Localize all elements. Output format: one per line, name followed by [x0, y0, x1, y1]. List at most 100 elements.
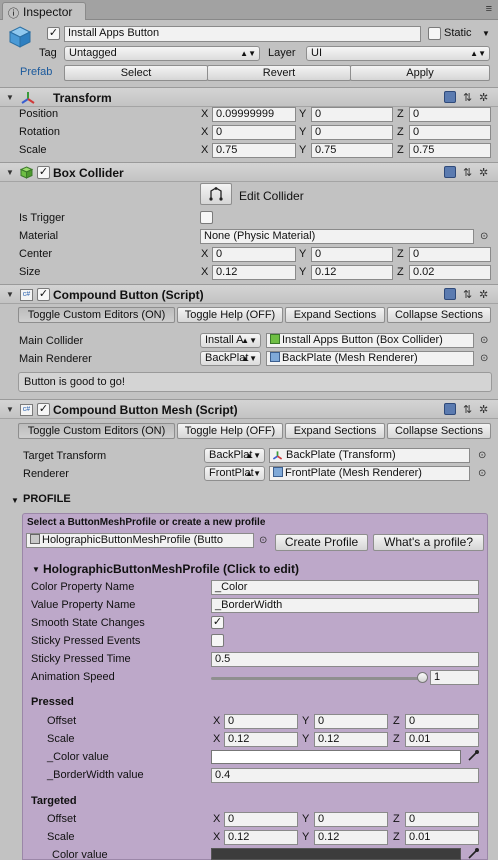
targeted-color-swatch[interactable]: [211, 848, 461, 860]
prefab-select-button[interactable]: Select: [64, 65, 208, 81]
pressed-scale-x-field[interactable]: 0.12: [224, 732, 298, 747]
expand-sections-button[interactable]: Expand Sections: [285, 423, 385, 439]
compound-button-enabled-checkbox[interactable]: ✓: [37, 288, 50, 301]
main-collider-dropdown[interactable]: Install A ▲▼: [200, 333, 261, 348]
object-picker-icon[interactable]: ⊙: [478, 468, 486, 479]
scale-y-field[interactable]: 0.75: [311, 143, 393, 158]
value-property-field[interactable]: _BorderWidth: [211, 598, 479, 613]
object-picker-icon[interactable]: ⊙: [478, 450, 486, 461]
renderer-field[interactable]: FrontPlate (Mesh Renderer): [269, 466, 470, 481]
preset-icon[interactable]: ⇅: [463, 288, 472, 301]
holo-foldout-icon[interactable]: ▼: [32, 565, 40, 574]
pressed-offset-y-field[interactable]: 0: [314, 714, 388, 729]
static-dropdown-icon[interactable]: ▼: [482, 29, 490, 38]
object-picker-icon[interactable]: ⊙: [480, 353, 488, 364]
object-picker-icon[interactable]: ⊙: [480, 335, 488, 346]
foldout-arrow-icon[interactable]: ▼: [6, 168, 14, 177]
pressed-offset-x-field[interactable]: 0: [224, 714, 298, 729]
static-checkbox[interactable]: [428, 27, 441, 40]
animation-speed-field[interactable]: 1: [430, 670, 479, 685]
position-z-field[interactable]: 0: [409, 107, 491, 122]
foldout-arrow-icon[interactable]: ▼: [6, 405, 14, 414]
position-y-field[interactable]: 0: [311, 107, 393, 122]
create-profile-button[interactable]: Create Profile: [275, 534, 368, 551]
eyedropper-icon[interactable]: [467, 847, 480, 860]
toggle-custom-editors-button[interactable]: Toggle Custom Editors (ON): [18, 307, 175, 323]
collapse-sections-button[interactable]: Collapse Sections: [387, 307, 491, 323]
eyedropper-icon[interactable]: [467, 749, 480, 762]
compound-button-mesh-enabled-checkbox[interactable]: ✓: [37, 403, 50, 416]
targeted-offset-z-field[interactable]: 0: [405, 812, 479, 827]
pressed-offset-z-field[interactable]: 0: [405, 714, 479, 729]
expand-sections-button[interactable]: Expand Sections: [285, 307, 385, 323]
transform-header[interactable]: ▼ Transform ⇅ ✲: [0, 87, 498, 107]
object-picker-icon[interactable]: ⊙: [480, 231, 488, 242]
whats-a-profile-button[interactable]: What's a profile?: [373, 534, 484, 551]
active-checkbox[interactable]: ✓: [47, 27, 60, 40]
pressed-scale-y-field[interactable]: 0.12: [314, 732, 388, 747]
object-picker-icon[interactable]: ⊙: [259, 535, 267, 546]
profile-object-field[interactable]: HolographicButtonMeshProfile (Butto: [26, 533, 254, 548]
targeted-scale-x-field[interactable]: 0.12: [224, 830, 298, 845]
size-z-field[interactable]: 0.02: [409, 265, 491, 280]
center-x-field[interactable]: 0: [212, 247, 296, 262]
center-y-field[interactable]: 0: [311, 247, 393, 262]
targeted-scale-z-field[interactable]: 0.01: [405, 830, 479, 845]
smooth-state-checkbox[interactable]: ✓: [211, 616, 224, 629]
size-x-field[interactable]: 0.12: [212, 265, 296, 280]
collapse-sections-button[interactable]: Collapse Sections: [387, 423, 491, 439]
sticky-events-checkbox[interactable]: [211, 634, 224, 647]
toggle-help-button[interactable]: Toggle Help (OFF): [177, 423, 283, 439]
preset-icon[interactable]: ⇅: [463, 166, 472, 179]
holo-profile-title[interactable]: HolographicButtonMeshProfile (Click to e…: [43, 562, 299, 576]
toggle-help-button[interactable]: Toggle Help (OFF): [177, 307, 283, 323]
layer-dropdown[interactable]: UI ▲▼: [306, 46, 490, 61]
position-x-field[interactable]: 0.09999999: [212, 107, 296, 122]
gear-icon[interactable]: ✲: [479, 91, 488, 104]
main-collider-field[interactable]: Install Apps Button (Box Collider): [266, 333, 474, 348]
help-book-icon[interactable]: [444, 166, 456, 178]
pressed-scale-z-field[interactable]: 0.01: [405, 732, 479, 747]
prefab-revert-button[interactable]: Revert: [207, 65, 351, 81]
foldout-arrow-icon[interactable]: ▼: [6, 93, 14, 102]
animation-speed-slider-thumb[interactable]: [417, 672, 428, 683]
renderer-dropdown[interactable]: FrontPlat ▲▼: [204, 466, 265, 481]
box-collider-header[interactable]: ▼ ✓ Box Collider ⇅ ✲: [0, 162, 498, 182]
rotation-y-field[interactable]: 0: [311, 125, 393, 140]
box-collider-enabled-checkbox[interactable]: ✓: [37, 166, 50, 179]
animation-speed-slider-track[interactable]: [211, 677, 423, 680]
targeted-offset-x-field[interactable]: 0: [224, 812, 298, 827]
profile-foldout-icon[interactable]: ▼: [11, 496, 19, 505]
help-book-icon[interactable]: [444, 403, 456, 415]
toggle-custom-editors-button[interactable]: Toggle Custom Editors (ON): [18, 423, 175, 439]
rotation-z-field[interactable]: 0: [409, 125, 491, 140]
pressed-border-field[interactable]: 0.4: [211, 768, 479, 783]
object-name-field[interactable]: Install Apps Button: [64, 26, 421, 42]
inspector-tab[interactable]: ⓘ Inspector: [2, 2, 86, 20]
tab-menu-icon[interactable]: ≡: [486, 3, 492, 15]
color-property-field[interactable]: _Color: [211, 580, 479, 595]
tag-dropdown[interactable]: Untagged ▲▼: [64, 46, 260, 61]
center-z-field[interactable]: 0: [409, 247, 491, 262]
scale-z-field[interactable]: 0.75: [409, 143, 491, 158]
foldout-arrow-icon[interactable]: ▼: [6, 290, 14, 299]
pressed-color-swatch[interactable]: [211, 750, 461, 764]
scale-x-field[interactable]: 0.75: [212, 143, 296, 158]
targeted-offset-y-field[interactable]: 0: [314, 812, 388, 827]
help-book-icon[interactable]: [444, 91, 456, 103]
targeted-scale-y-field[interactable]: 0.12: [314, 830, 388, 845]
sticky-time-field[interactable]: 0.5: [211, 652, 479, 667]
is-trigger-checkbox[interactable]: [200, 211, 213, 224]
gear-icon[interactable]: ✲: [479, 166, 488, 179]
size-y-field[interactable]: 0.12: [311, 265, 393, 280]
edit-collider-button[interactable]: [200, 183, 232, 205]
main-renderer-dropdown[interactable]: BackPlat ▲▼: [200, 351, 261, 366]
target-transform-dropdown[interactable]: BackPlat ▲▼: [204, 448, 265, 463]
compound-button-header[interactable]: ▼ c# ✓ Compound Button (Script) ⇅ ✲: [0, 284, 498, 304]
rotation-x-field[interactable]: 0: [212, 125, 296, 140]
main-renderer-field[interactable]: BackPlate (Mesh Renderer): [266, 351, 474, 366]
material-field[interactable]: None (Physic Material): [200, 229, 474, 244]
preset-icon[interactable]: ⇅: [463, 403, 472, 416]
gear-icon[interactable]: ✲: [479, 403, 488, 416]
compound-button-mesh-header[interactable]: ▼ c# ✓ Compound Button Mesh (Script) ⇅ ✲: [0, 399, 498, 419]
